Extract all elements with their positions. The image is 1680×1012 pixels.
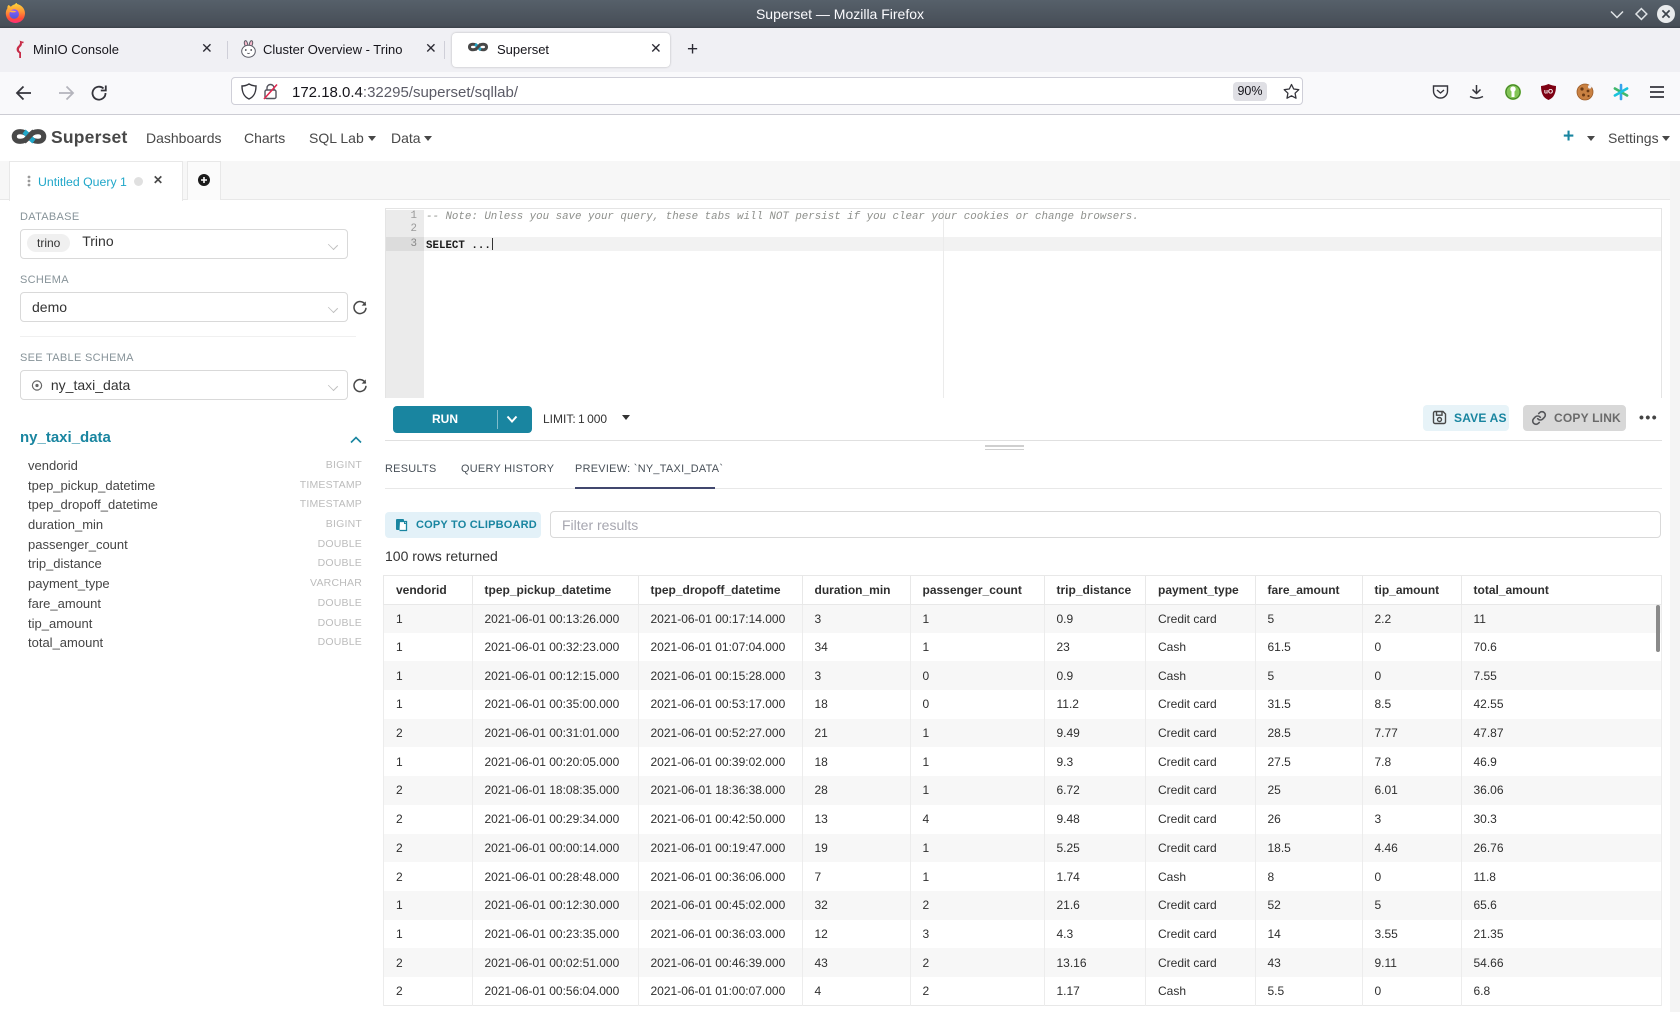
svg-text:uO: uO	[1544, 89, 1553, 96]
